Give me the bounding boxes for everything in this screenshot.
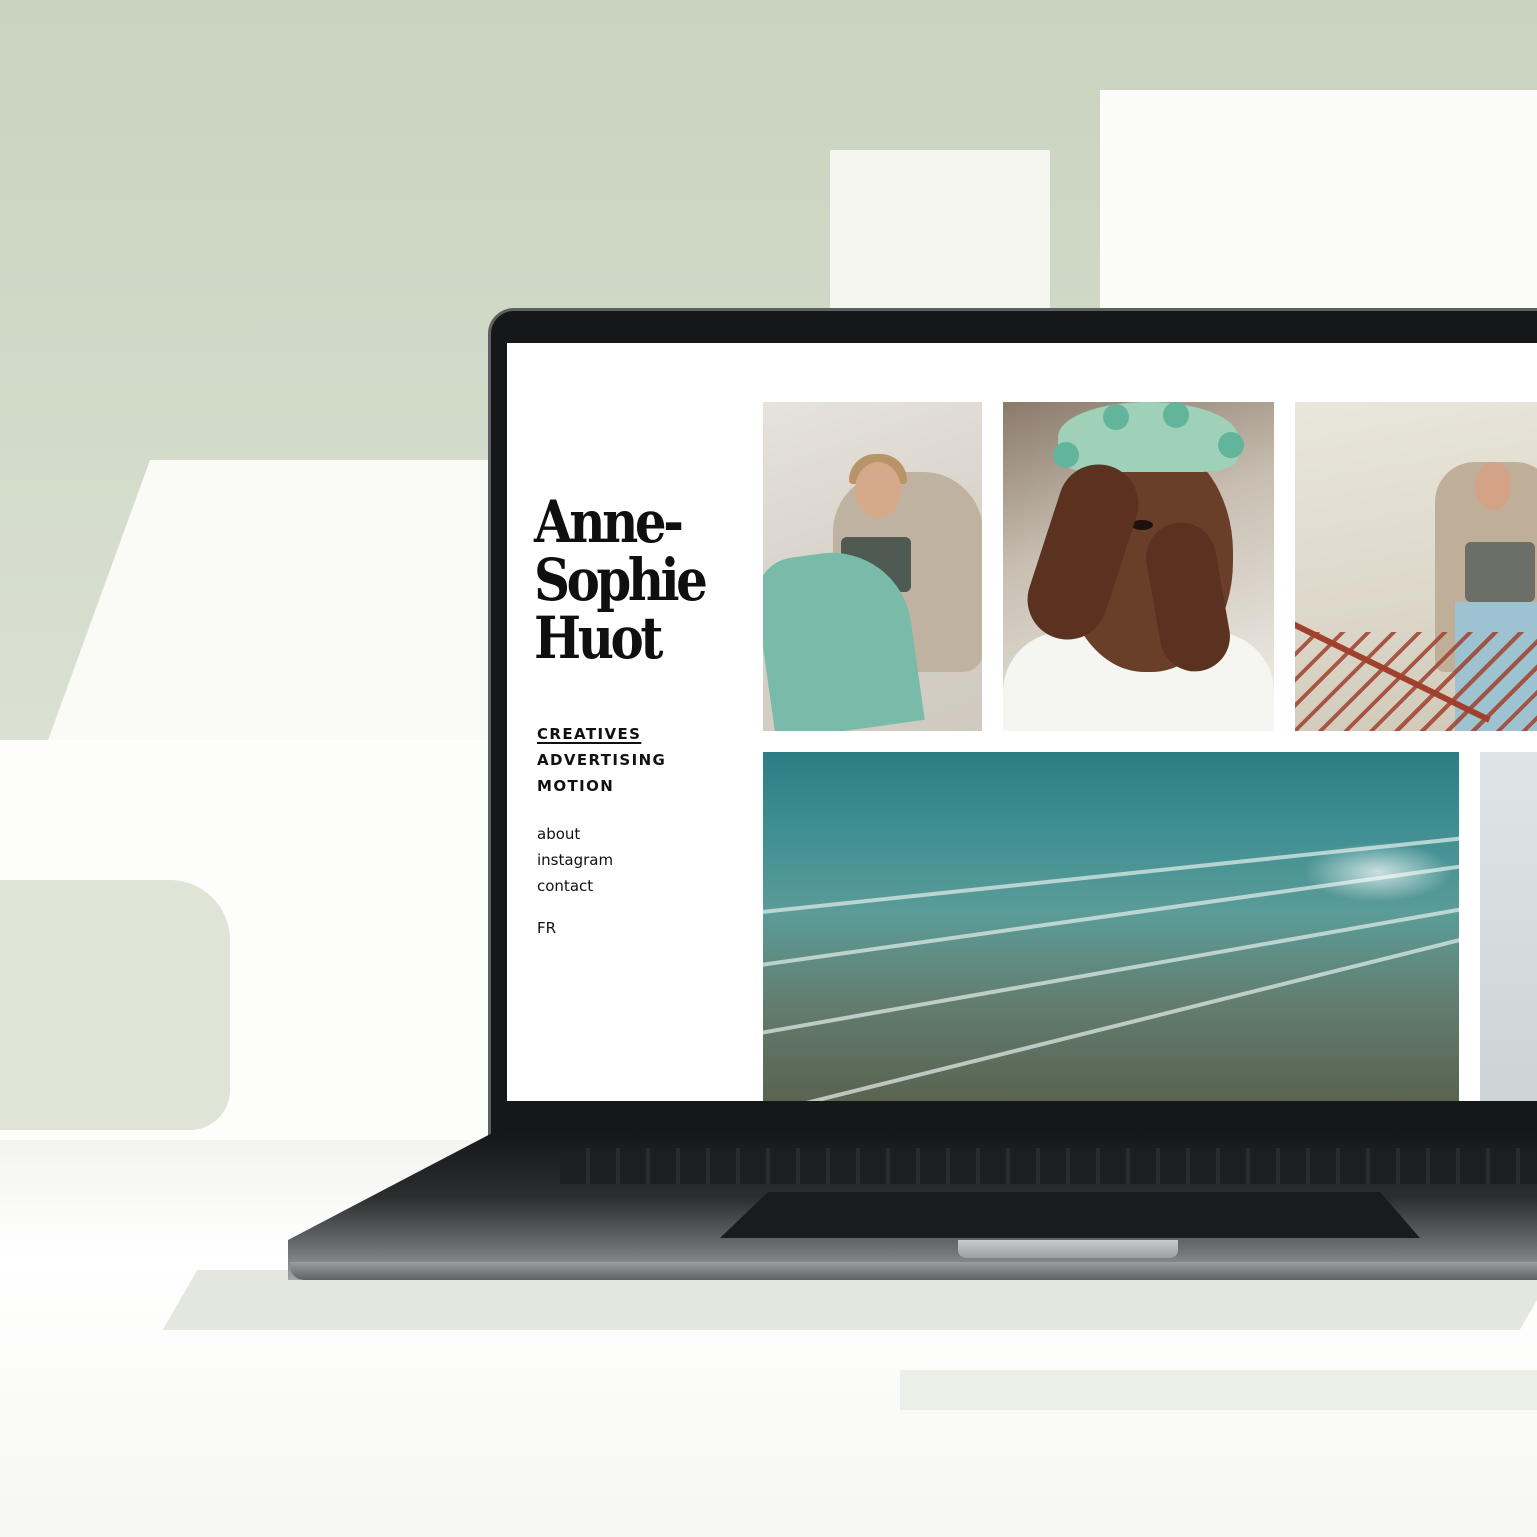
photo-detail <box>1218 432 1244 458</box>
logo-line: Sophie <box>534 546 708 614</box>
logo-line: Huot <box>534 604 663 672</box>
gallery-photo[interactable] <box>763 402 982 731</box>
laptop-base-edge <box>290 1262 1537 1280</box>
gallery-photo[interactable] <box>1480 752 1537 1101</box>
nav-item-advertising[interactable]: ADVERTISING <box>537 747 666 773</box>
photo-detail <box>1053 442 1079 468</box>
photo-detail <box>1303 842 1453 902</box>
photo-detail <box>1163 402 1189 428</box>
nav-link-instagram[interactable]: instagram <box>537 847 613 873</box>
laptop-screen: Anne- Sophie Huot CREATIVES ADVERTISING … <box>507 343 1537 1101</box>
photo-scene: Anne- Sophie Huot CREATIVES ADVERTISING … <box>0 0 1537 1537</box>
gallery-photo[interactable] <box>763 752 1459 1101</box>
nav-item-creatives[interactable]: CREATIVES <box>537 721 666 747</box>
sidebar: Anne- Sophie Huot CREATIVES ADVERTISING … <box>507 343 763 1101</box>
site-logo[interactable]: Anne- Sophie Huot <box>534 493 732 667</box>
photo-detail <box>763 901 1459 1037</box>
sunlight-patch <box>830 150 1050 320</box>
secondary-nav: about instagram contact <box>537 821 613 899</box>
photo-detail <box>1103 404 1129 430</box>
language-switch[interactable]: FR <box>537 919 556 937</box>
nav-item-motion[interactable]: MOTION <box>537 773 666 799</box>
laptop-trackpad <box>720 1192 1420 1238</box>
gallery-photo[interactable] <box>1003 402 1274 731</box>
nav-link-about[interactable]: about <box>537 821 613 847</box>
photo-detail <box>1475 462 1511 510</box>
laptop-keyboard <box>560 1148 1537 1184</box>
gallery-photo[interactable] <box>1295 402 1537 731</box>
photo-detail <box>1465 542 1535 602</box>
logo-line: Anne- <box>534 488 684 556</box>
wall-shadow <box>0 880 230 1130</box>
photo-detail <box>1058 402 1238 472</box>
nav-link-contact[interactable]: contact <box>537 873 613 899</box>
laptop-notch <box>958 1240 1178 1258</box>
photo-detail <box>855 462 901 518</box>
sunlight-patch <box>1100 90 1537 320</box>
primary-nav: CREATIVES ADVERTISING MOTION <box>537 721 666 799</box>
desk-shadow <box>900 1370 1537 1410</box>
